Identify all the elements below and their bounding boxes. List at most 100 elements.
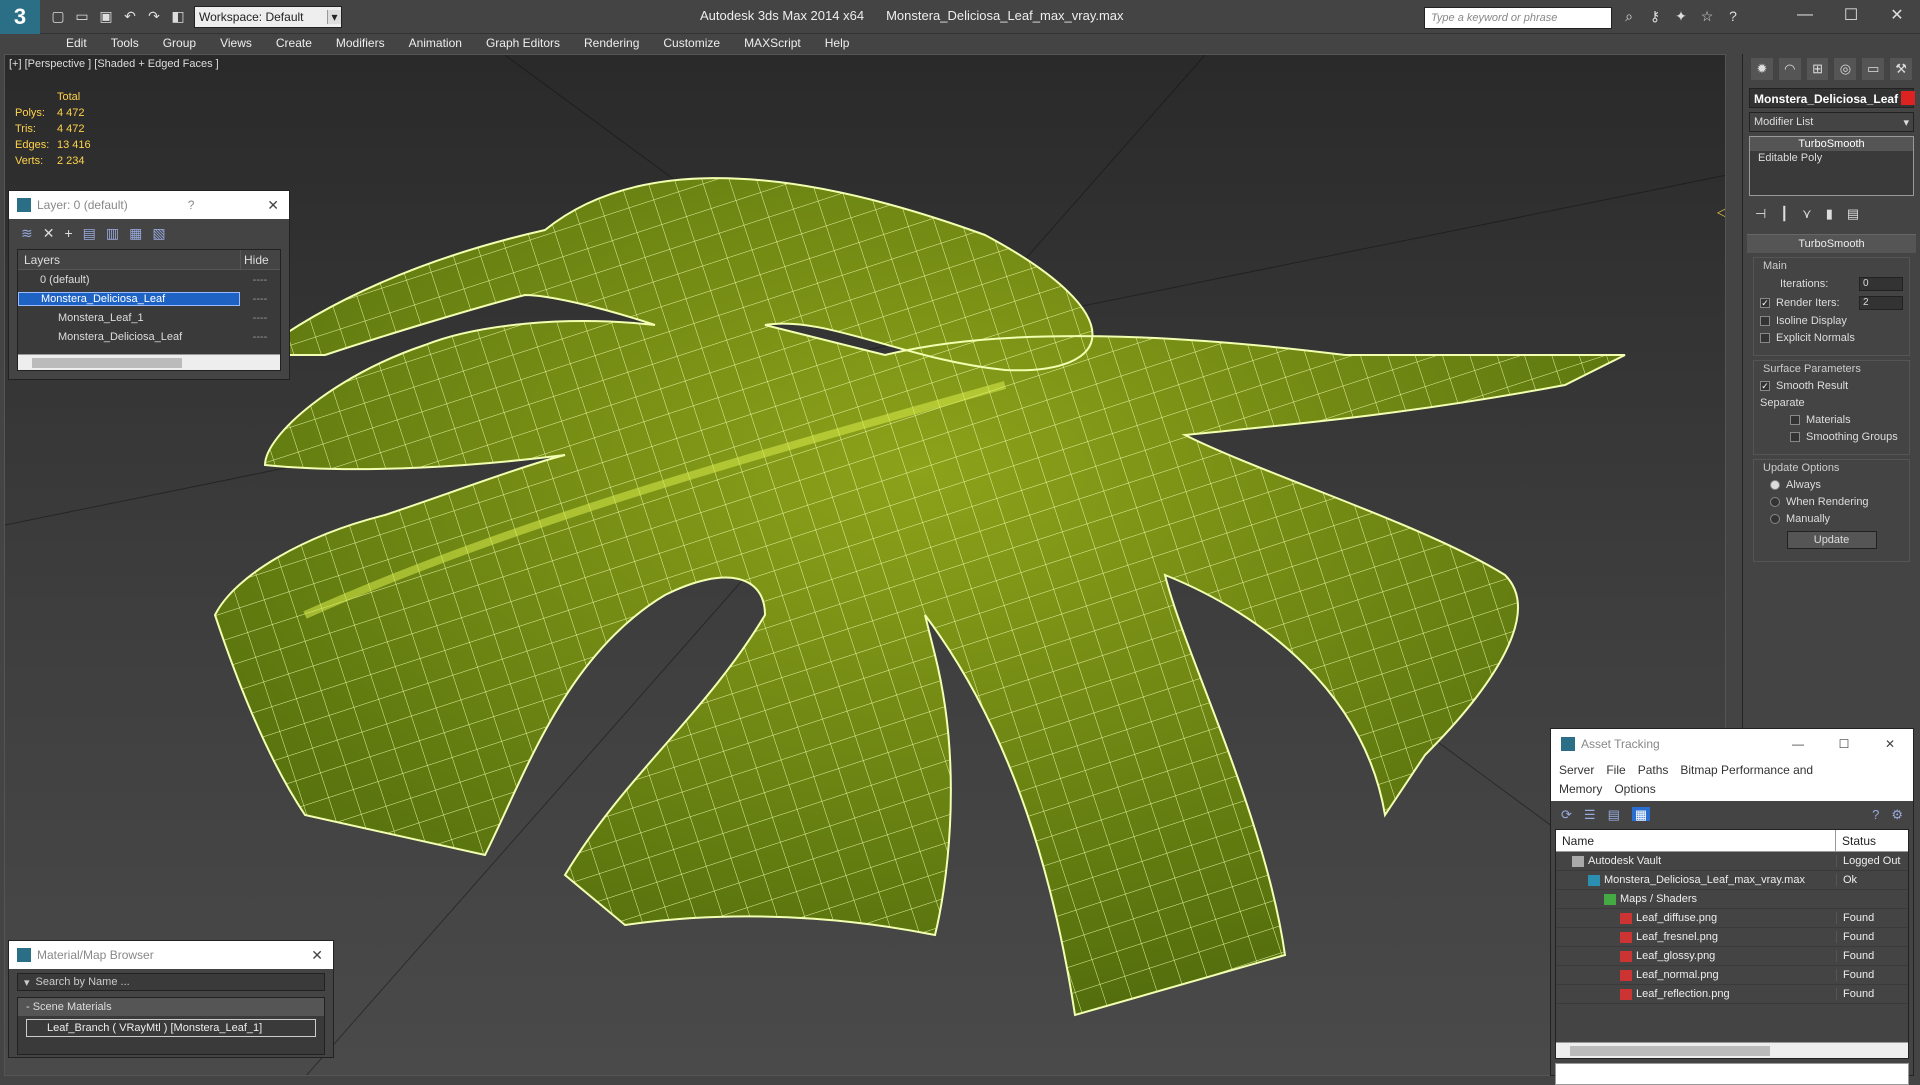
binoculars-icon[interactable]: ⌕ [1620,8,1638,26]
close-icon[interactable]: ✕ [1874,0,1920,30]
maximize-icon[interactable]: ☐ [1821,737,1867,751]
material-panel-titlebar[interactable]: Material/Map Browser ✕ [9,941,333,969]
asset-row[interactable]: Autodesk Vault Logged Out [1556,852,1908,871]
undo-icon[interactable]: ↶ [120,7,140,27]
asset-menu-item[interactable]: Server [1559,763,1594,777]
when-rendering-radio[interactable] [1770,497,1780,507]
menu-item-tools[interactable]: Tools [99,34,151,54]
menu-item-edit[interactable]: Edit [54,34,99,54]
asset-row[interactable]: Leaf_diffuse.png Found [1556,909,1908,928]
material-search-input[interactable]: ▾ Search by Name ... [17,973,325,991]
menu-item-modifiers[interactable]: Modifiers [324,34,397,54]
asset-menu-item[interactable]: Options [1614,782,1655,796]
modify-tab-icon[interactable]: ◠ [1778,58,1801,80]
scrollbar-thumb[interactable] [32,358,182,368]
settings-icon[interactable]: ⚙ [1891,807,1903,822]
status-column-header[interactable]: Status [1836,830,1908,851]
delete-layer-icon[interactable]: ✕ [43,225,55,243]
layer-row[interactable]: Monstera_Deliciosa_Leaf ---- [18,327,280,346]
explicit-normals-checkbox[interactable] [1760,333,1770,343]
help-icon[interactable]: ? [1724,8,1742,26]
motion-tab-icon[interactable]: ◎ [1834,58,1857,80]
menu-item-rendering[interactable]: Rendering [572,34,651,54]
configure-sets-icon[interactable]: ▤ [1847,206,1859,222]
menu-item-views[interactable]: Views [208,34,264,54]
name-column-header[interactable]: Name [1556,830,1836,851]
close-icon[interactable]: ✕ [1867,737,1913,751]
render-iters-spinner[interactable]: 2 [1859,296,1903,310]
add-to-layer-icon[interactable]: + [64,225,72,243]
smoothing-groups-checkbox[interactable] [1790,432,1800,442]
select-objects-icon[interactable]: ▤ [83,225,96,243]
object-name-field[interactable]: Monstera_Deliciosa_Leaf [1749,88,1915,108]
asset-row[interactable]: Leaf_fresnel.png Found [1556,928,1908,947]
asset-menu-item[interactable]: File [1606,763,1625,777]
update-button[interactable]: Update [1786,531,1877,549]
asset-row[interactable]: Leaf_normal.png Found [1556,966,1908,985]
layer-panel-titlebar[interactable]: Layer: 0 (default)? ✕ [9,191,289,219]
hierarchy-tab-icon[interactable]: ⊞ [1806,58,1829,80]
asset-panel-titlebar[interactable]: Asset Tracking — ☐ ✕ [1551,729,1913,759]
render-iters-checkbox[interactable]: ✓ [1760,298,1770,308]
object-color-swatch[interactable] [1901,91,1915,105]
asset-row[interactable]: Maps / Shaders [1556,890,1908,909]
help-icon[interactable]: ? [1872,807,1879,822]
layer-row[interactable]: Monstera_Leaf_1 ---- [18,308,280,327]
menu-item-create[interactable]: Create [264,34,324,54]
filter-icon[interactable]: ▾ [24,976,30,989]
communication-icon[interactable]: ✦ [1672,8,1690,26]
display-tab-icon[interactable]: ▭ [1862,58,1885,80]
refresh-icon[interactable]: ⟳ [1561,807,1572,822]
menu-item-help[interactable]: Help [813,34,862,54]
asset-menu-item[interactable]: Bitmap Performance and Memory [1559,763,1813,796]
workspace-dropdown[interactable]: Workspace: Default ▾ [194,5,342,28]
help-icon[interactable]: ? [188,198,195,212]
manually-radio[interactable] [1770,514,1780,524]
table-view-icon[interactable]: ▦ [1631,807,1651,822]
freeze-all-icon[interactable]: ▧ [152,225,165,243]
scrollbar-thumb[interactable] [1570,1046,1770,1056]
search-input[interactable]: Type a keyword or phrase [1424,7,1612,29]
material-item[interactable]: Leaf_Branch ( VRayMtl ) [Monstera_Leaf_1… [26,1019,316,1037]
layers-column-header[interactable]: Layers [18,250,240,269]
asset-row[interactable]: Monstera_Deliciosa_Leaf_max_vray.max Ok [1556,871,1908,890]
create-tab-icon[interactable]: ✹ [1751,58,1773,80]
hide-all-icon[interactable]: ▦ [129,225,142,243]
smooth-result-checkbox[interactable]: ✓ [1760,381,1770,391]
close-icon[interactable]: ✕ [311,947,323,964]
stack-item-turbosmooth[interactable]: TurboSmooth [1750,137,1913,151]
hide-toggle[interactable]: ---- [240,331,280,343]
app-logo-icon[interactable]: 3 [0,0,40,34]
close-icon[interactable]: ✕ [267,197,279,214]
rollout-header[interactable]: TurboSmooth [1747,235,1916,253]
viewport-label[interactable]: [+] [Perspective ] [Shaded + Edged Faces… [9,58,219,70]
redo-icon[interactable]: ↷ [144,7,164,27]
isoline-checkbox[interactable] [1760,316,1770,326]
layer-row[interactable]: 0 (default) ---- [18,270,280,289]
materials-checkbox[interactable] [1790,415,1800,425]
show-end-result-icon[interactable]: ┃ [1780,206,1788,222]
menu-item-graph-editors[interactable]: Graph Editors [474,34,572,54]
asset-row[interactable]: Leaf_reflection.png Found [1556,985,1908,1004]
subscription-icon[interactable]: ⚷ [1646,8,1664,26]
menu-item-animation[interactable]: Animation [397,34,474,54]
pin-stack-icon[interactable]: ⊣ [1755,206,1766,222]
minimize-icon[interactable]: — [1775,737,1821,751]
detail-view-icon[interactable]: ▤ [1608,807,1620,822]
hide-toggle[interactable]: ---- [240,274,280,286]
maximize-icon[interactable]: ☐ [1828,0,1874,30]
scene-materials-section[interactable]: - Scene Materials [18,998,324,1016]
horizontal-scrollbar[interactable] [18,354,280,370]
hide-column-header[interactable]: Hide [240,250,280,269]
always-radio[interactable] [1770,480,1780,490]
favorites-star-icon[interactable]: ☆ [1698,8,1716,26]
menu-item-maxscript[interactable]: MAXScript [732,34,813,54]
open-file-icon[interactable]: ▭ [72,7,92,27]
iterations-spinner[interactable]: 0 [1859,277,1903,291]
stack-item-editable-poly[interactable]: Editable Poly [1750,151,1913,165]
make-unique-icon[interactable]: ⋎ [1802,206,1812,222]
hide-toggle[interactable]: ---- [240,312,280,324]
asset-menu-item[interactable]: Paths [1638,763,1669,777]
highlight-layer-icon[interactable]: ▥ [106,225,119,243]
create-layer-icon[interactable]: ≋ [21,225,33,243]
